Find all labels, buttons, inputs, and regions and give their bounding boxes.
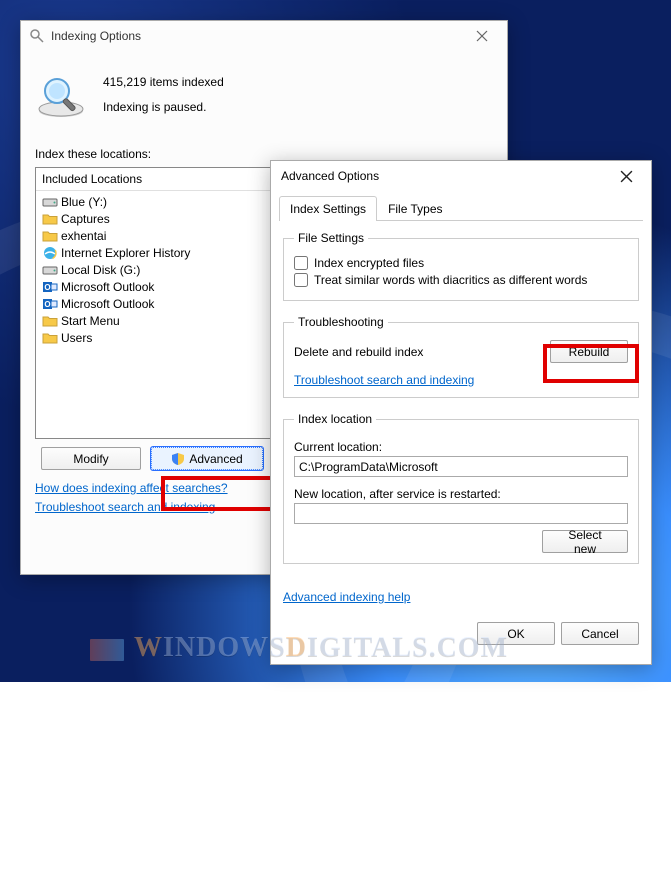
advanced-button-label: Advanced [189, 452, 242, 466]
indexing-status-label: Indexing is paused. [103, 98, 224, 117]
troubleshooting-group: Troubleshooting Delete and rebuild index… [283, 315, 639, 398]
how-indexing-link[interactable]: How does indexing affect searches? [35, 481, 228, 495]
tabs: Index Settings File Types [279, 195, 643, 221]
drive-icon [42, 262, 58, 278]
uac-shield-icon [171, 452, 185, 466]
file-settings-legend: File Settings [294, 231, 368, 245]
magnifier-icon [35, 69, 87, 121]
location-label: Internet Explorer History [61, 246, 190, 260]
troubleshooting-legend: Troubleshooting [294, 315, 388, 329]
location-label: Users [61, 331, 92, 345]
advanced-options-window: Advanced Options Index Settings File Typ… [270, 160, 652, 665]
tab-index-settings[interactable]: Index Settings [279, 196, 377, 221]
locations-label: Index these locations: [35, 147, 493, 161]
diacritics-row[interactable]: Treat similar words with diacritics as d… [294, 273, 628, 287]
troubleshoot-link[interactable]: Troubleshoot search and indexing [35, 500, 215, 514]
items-indexed-label: 415,219 items indexed [103, 73, 224, 92]
index-location-group: Index location Current location: New loc… [283, 412, 639, 564]
select-new-button[interactable]: Select new [542, 530, 628, 553]
drive-icon [42, 194, 58, 210]
index-encrypted-row[interactable]: Index encrypted files [294, 256, 628, 270]
rebuild-text: Delete and rebuild index [294, 345, 423, 359]
index-location-legend: Index location [294, 412, 376, 426]
advanced-titlebar: Advanced Options [271, 161, 651, 191]
current-location-label: Current location: [294, 440, 628, 454]
folder-icon [42, 211, 58, 227]
svg-text:O: O [44, 283, 50, 292]
rebuild-button[interactable]: Rebuild [550, 340, 628, 363]
close-button[interactable] [465, 24, 499, 48]
troubleshoot-search-link[interactable]: Troubleshoot search and indexing [294, 373, 474, 387]
advanced-title-label: Advanced Options [281, 169, 611, 183]
tab-file-types[interactable]: File Types [377, 196, 453, 221]
folder-icon [42, 228, 58, 244]
folder-icon [42, 313, 58, 329]
diacritics-label: Treat similar words with diacritics as d… [314, 273, 587, 287]
index-encrypted-label: Index encrypted files [314, 256, 424, 270]
location-label: Microsoft Outlook [61, 297, 154, 311]
advanced-close-button[interactable] [611, 165, 641, 187]
advanced-button[interactable]: Advanced [151, 447, 263, 470]
advanced-indexing-help-link[interactable]: Advanced indexing help [283, 590, 410, 604]
modify-button[interactable]: Modify [41, 447, 141, 470]
titlebar: Indexing Options [21, 21, 507, 51]
outlook-icon: O [42, 279, 58, 295]
location-label: Start Menu [61, 314, 120, 328]
location-label: Microsoft Outlook [61, 280, 154, 294]
new-location-field[interactable] [294, 503, 628, 524]
current-location-field[interactable] [294, 456, 628, 477]
diacritics-checkbox[interactable] [294, 273, 308, 287]
file-settings-group: File Settings Index encrypted files Trea… [283, 231, 639, 301]
location-label: exhentai [61, 229, 106, 243]
ok-button[interactable]: OK [477, 622, 555, 645]
outlook-icon: O [42, 296, 58, 312]
ie-icon [42, 245, 58, 261]
cancel-button[interactable]: Cancel [561, 622, 639, 645]
location-label: Captures [61, 212, 110, 226]
new-location-label: New location, after service is restarted… [294, 487, 628, 501]
indexing-icon [29, 28, 45, 44]
index-encrypted-checkbox[interactable] [294, 256, 308, 270]
location-label: Local Disk (G:) [61, 263, 140, 277]
window-title: Indexing Options [51, 29, 465, 43]
folder-icon [42, 330, 58, 346]
location-label: Blue (Y:) [61, 195, 107, 209]
svg-text:O: O [44, 300, 50, 309]
